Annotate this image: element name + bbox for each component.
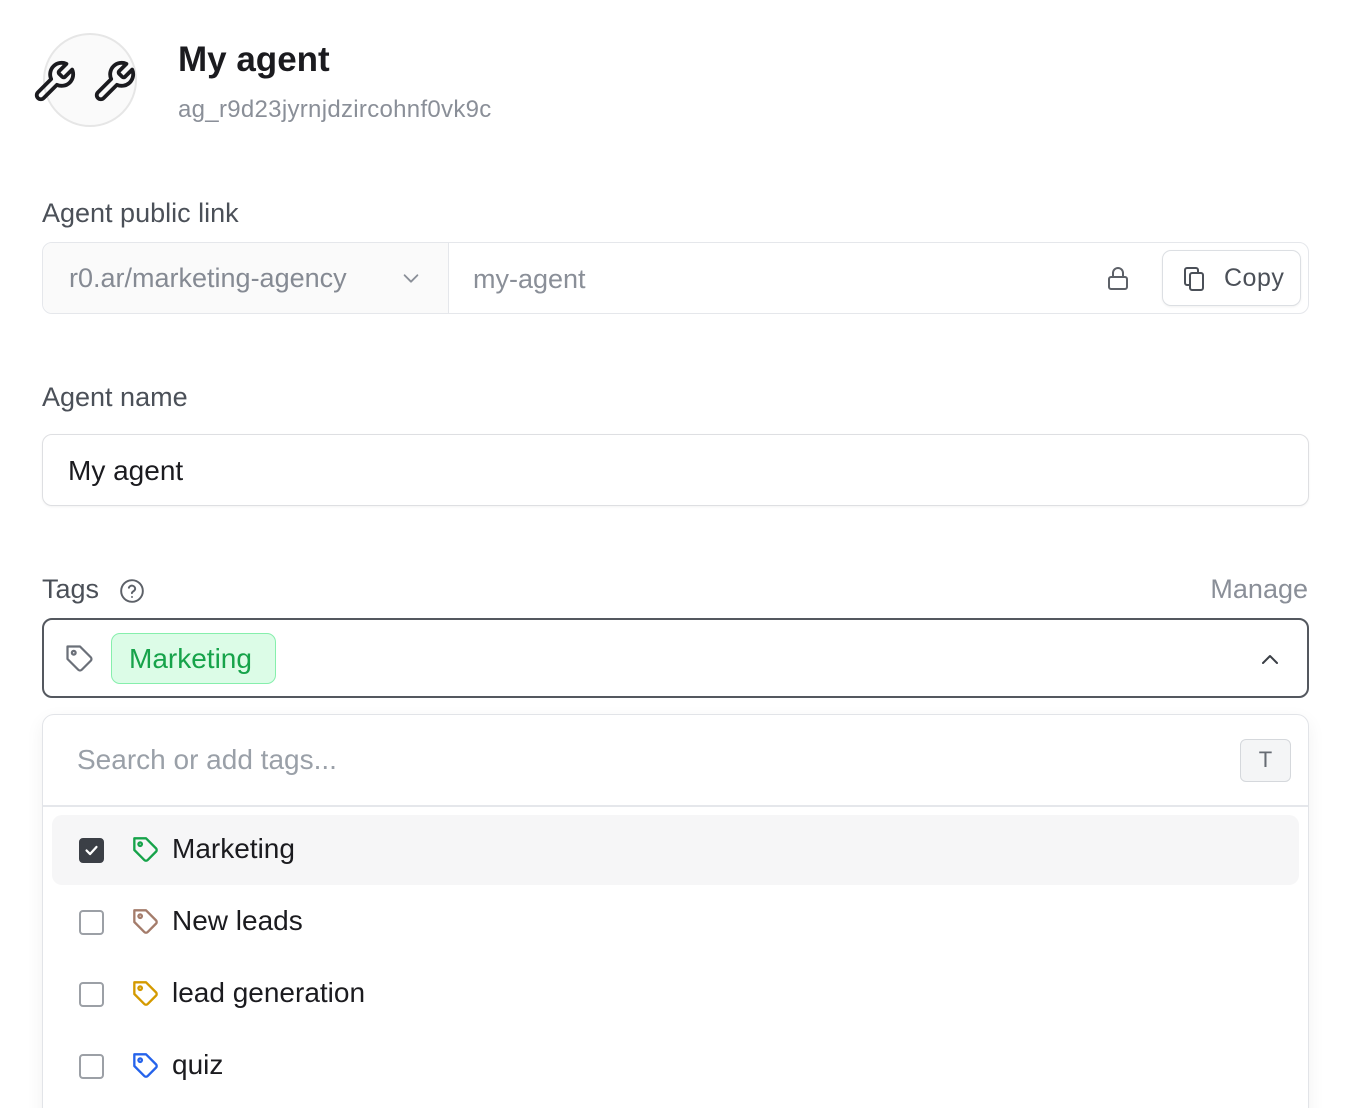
checkbox[interactable] [79, 982, 104, 1007]
wrench-icon [34, 60, 76, 102]
copy-icon [1184, 267, 1204, 291]
copy-button[interactable]: Copy [1162, 250, 1301, 306]
chevron-up-icon[interactable] [1258, 648, 1282, 672]
checkbox[interactable] [79, 910, 104, 935]
divider [43, 805, 1308, 807]
tags-select[interactable]: Marketing [42, 618, 1309, 698]
tag-option-marketing[interactable]: Marketing [52, 815, 1299, 885]
copy-label: Copy [1224, 264, 1285, 292]
tag-option-label: Marketing [172, 833, 295, 864]
public-link-field: r0.ar/marketing-agency my-agent Copy [42, 242, 1309, 314]
lock-icon [1108, 267, 1128, 290]
manage-tags-link[interactable]: Manage [1210, 574, 1308, 605]
domain-select[interactable]: r0.ar/marketing-agency [43, 243, 449, 313]
slug-input[interactable]: my-agent [473, 264, 586, 295]
agent-id: ag_r9d23jyrnjdzircohnf0vk9c [178, 96, 492, 123]
tag-option-lead-generation[interactable]: lead generation [52, 959, 1299, 1029]
tag-option-label: New leads [172, 905, 303, 936]
agent-settings-page: My agent ag_r9d23jyrnjdzircohnf0vk9c Age… [0, 0, 1356, 1108]
agent-name-value: My agent [68, 455, 184, 486]
wrench-icon [94, 60, 136, 102]
tags-label: Tags [42, 574, 100, 604]
selected-tag-chip[interactable]: Marketing [111, 633, 276, 684]
tag-option-quiz[interactable]: quiz [52, 1031, 1299, 1101]
tags-dropdown: Search or add tags... T Marketing New le… [42, 714, 1309, 1108]
agent-name-input[interactable]: My agent [42, 434, 1309, 506]
tag-icon [133, 981, 158, 1006]
public-link-label: Agent public link [42, 198, 239, 228]
domain-value: r0.ar/marketing-agency [69, 263, 347, 293]
tag-search-input[interactable]: Search or add tags... [77, 744, 337, 776]
tag-icon [133, 837, 158, 862]
tag-icon [133, 1053, 158, 1078]
tag-icon [133, 909, 158, 934]
checkbox[interactable] [79, 1054, 104, 1079]
tag-option-label: quiz [172, 1049, 224, 1080]
checkbox-checked[interactable] [79, 838, 104, 863]
agent-title: My agent [178, 40, 330, 79]
check-icon [85, 845, 98, 856]
selected-tag-label: Marketing [129, 643, 252, 674]
tag-icon [66, 645, 93, 672]
agent-name-label: Agent name [42, 382, 188, 412]
agent-avatar[interactable] [34, 33, 137, 127]
shortcut-key: T [1240, 739, 1291, 782]
chevron-down-icon [403, 274, 419, 283]
help-icon[interactable] [119, 578, 145, 604]
tag-option-new-leads[interactable]: New leads [52, 887, 1299, 957]
tag-option-label: lead generation [172, 977, 366, 1008]
